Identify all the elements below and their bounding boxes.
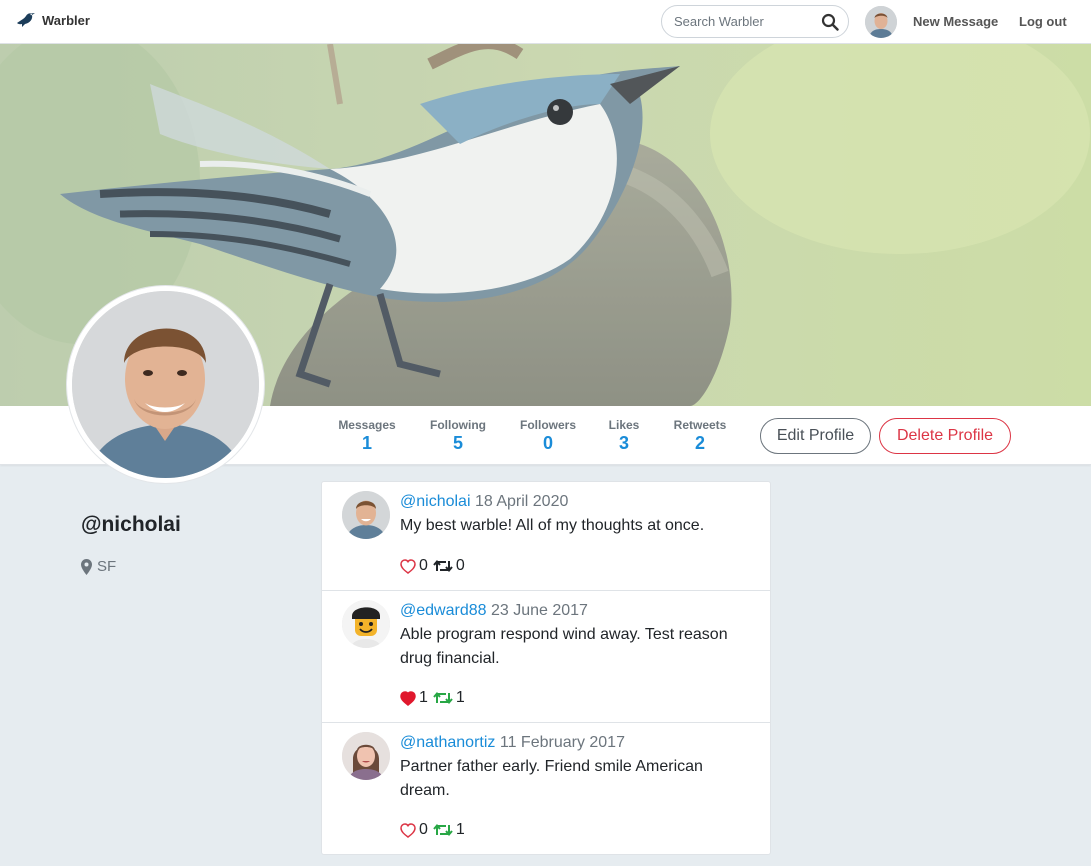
like-button[interactable]: 1: [400, 689, 428, 707]
retweet-icon: [433, 691, 453, 705]
stat-retweets-value[interactable]: 2: [670, 433, 730, 454]
stat-followers-label: Followers: [519, 418, 576, 432]
like-count: 0: [419, 821, 428, 838]
stat-followers[interactable]: Followers 0: [518, 418, 578, 454]
message-list: @nicholai 18 April 2020 My best warble! …: [321, 481, 771, 855]
warbler-logo-icon: [17, 13, 35, 27]
profile-location: SF: [81, 558, 116, 575]
like-button[interactable]: 0: [400, 821, 428, 839]
retweet-count: 1: [455, 689, 465, 706]
stat-retweets-label: Retweets: [673, 418, 727, 432]
like-button[interactable]: 0: [400, 557, 428, 575]
search-input[interactable]: [674, 14, 814, 29]
stat-retweets[interactable]: Retweets 2: [670, 418, 730, 454]
message-avatar[interactable]: [342, 732, 390, 780]
stat-following-value[interactable]: 5: [428, 433, 488, 454]
profile-username: @nicholai: [81, 513, 181, 536]
search-box: [661, 5, 849, 38]
message-actions: 0 1: [400, 821, 470, 839]
message-date: 23 June 2017: [490, 602, 588, 619]
message-user-link[interactable]: @edward88: [400, 602, 487, 619]
delete-profile-button[interactable]: Delete Profile: [879, 418, 1011, 454]
message-user-link[interactable]: @nathanortiz: [400, 734, 495, 751]
heart-outline-icon: [400, 558, 416, 574]
heart-filled-icon: [400, 690, 416, 706]
retweet-icon: [433, 823, 453, 837]
retweet-button[interactable]: 1: [433, 689, 465, 707]
stat-messages-value[interactable]: 1: [336, 433, 398, 454]
message-text: Able program respond wind away. Test rea…: [400, 626, 728, 667]
message-avatar[interactable]: [342, 491, 390, 539]
message-item: @nicholai 18 April 2020 My best warble! …: [322, 482, 770, 591]
message-body: @edward88 23 June 2017 Able program resp…: [400, 601, 750, 671]
message-header: @nicholai 18 April 2020: [400, 492, 750, 511]
edit-profile-button[interactable]: Edit Profile: [760, 418, 871, 454]
stat-messages[interactable]: Messages 1: [336, 418, 398, 454]
retweet-count: 1: [455, 821, 465, 838]
message-actions: 1 1: [400, 689, 470, 707]
profile-location-text: SF: [97, 558, 117, 575]
like-count: 0: [419, 557, 428, 574]
message-item: @nathanortiz 11 February 2017 Partner fa…: [322, 723, 770, 854]
new-message-link[interactable]: New Message: [913, 14, 998, 29]
stat-followers-value[interactable]: 0: [518, 433, 578, 454]
stat-likes[interactable]: Likes 3: [606, 418, 642, 454]
profile-avatar: [67, 286, 264, 483]
stat-likes-value[interactable]: 3: [606, 433, 642, 454]
message-item: @edward88 23 June 2017 Able program resp…: [322, 591, 770, 723]
user-face-icon: [865, 6, 897, 38]
user-face-icon: [342, 732, 390, 780]
retweet-icon: [433, 559, 453, 573]
retweet-button[interactable]: 0: [433, 557, 465, 575]
user-face-icon: [342, 491, 390, 539]
like-count: 1: [419, 689, 428, 706]
message-header: @nathanortiz 11 February 2017: [400, 733, 750, 752]
lego-face-icon: [342, 600, 390, 648]
navbar: Warbler New Message Log out: [0, 0, 1091, 44]
stat-likes-label: Likes: [608, 418, 640, 432]
message-body: @nathanortiz 11 February 2017 Partner fa…: [400, 733, 750, 803]
brand-name: Warbler: [42, 12, 90, 28]
nav-user-avatar[interactable]: [865, 6, 897, 38]
message-text: Partner father early. Friend smile Ameri…: [400, 758, 703, 799]
message-actions: 0 0: [400, 557, 470, 575]
retweet-button[interactable]: 1: [433, 821, 465, 839]
stat-following-label: Following: [430, 418, 486, 432]
message-date: 11 February 2017: [499, 734, 625, 751]
stat-following[interactable]: Following 5: [428, 418, 488, 454]
message-header: @edward88 23 June 2017: [400, 601, 750, 620]
heart-outline-icon: [400, 822, 416, 838]
map-pin-icon: [81, 558, 92, 575]
user-face-icon: [72, 291, 259, 478]
stat-messages-label: Messages: [338, 418, 396, 432]
message-body: @nicholai 18 April 2020 My best warble! …: [400, 492, 750, 538]
brand-link[interactable]: Warbler: [16, 11, 90, 29]
message-avatar[interactable]: [342, 600, 390, 648]
message-text: My best warble! All of my thoughts at on…: [400, 517, 705, 534]
search-icon[interactable]: [821, 13, 839, 31]
retweet-count: 0: [455, 557, 465, 574]
message-date: 18 April 2020: [474, 493, 569, 510]
logout-link[interactable]: Log out: [1019, 14, 1067, 29]
message-user-link[interactable]: @nicholai: [400, 493, 471, 510]
